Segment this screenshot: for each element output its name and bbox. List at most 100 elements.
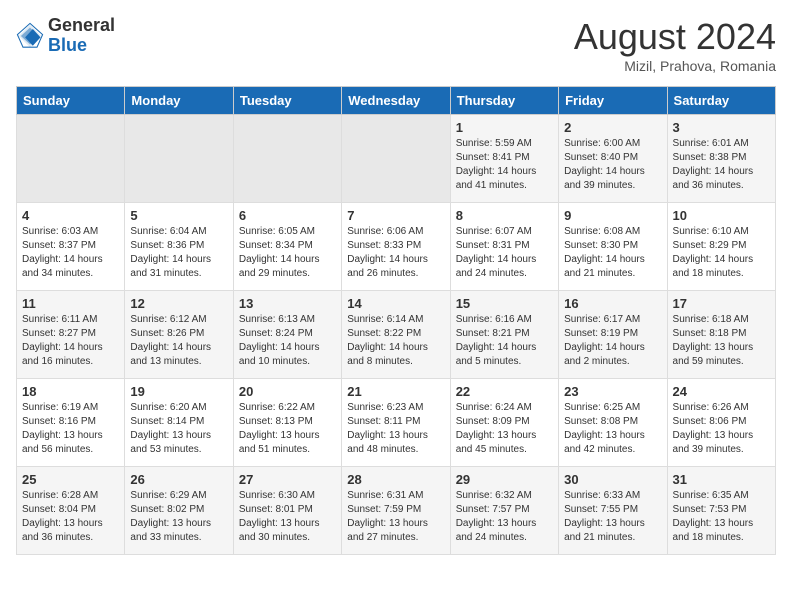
- day-number: 23: [564, 384, 661, 399]
- calendar-cell: 16Sunrise: 6:17 AM Sunset: 8:19 PM Dayli…: [559, 291, 667, 379]
- calendar-cell: 7Sunrise: 6:06 AM Sunset: 8:33 PM Daylig…: [342, 203, 450, 291]
- cell-info: Sunrise: 6:03 AM Sunset: 8:37 PM Dayligh…: [22, 225, 119, 281]
- weekday-header-cell: Monday: [125, 87, 233, 115]
- page-header: General Blue August 2024 Mizil, Prahova,…: [16, 16, 776, 74]
- weekday-header-cell: Sunday: [17, 87, 125, 115]
- day-number: 17: [673, 296, 770, 311]
- calendar-cell: 19 Sunrise: 6:20 AM Sunset: 8:14 PM Dayli…: [125, 379, 233, 467]
- title-block: August 2024 Mizil, Prahova, Romania: [574, 16, 776, 74]
- weekday-header-cell: Friday: [559, 87, 667, 115]
- cell-info: Sunrise: 6:16 AM Sunset: 8:21 PM Dayligh…: [456, 313, 553, 369]
- logo-text: General Blue: [48, 16, 115, 56]
- calendar-cell: 20Sunrise: 6:22 AM Sunset: 8:13 PM Dayli…: [233, 379, 341, 467]
- day-number: 4: [22, 208, 119, 223]
- day-number: 3: [673, 120, 770, 135]
- calendar-cell: 28 Sunrise: 6:31 AM Sunset: 7:59 PM Dayli…: [342, 467, 450, 555]
- day-number: 18: [22, 384, 119, 399]
- cell-info: Sunrise: 6:12 AM Sunset: 8:26 PM Dayligh…: [130, 313, 227, 369]
- cell-info: Sunrise: 6:26 AM Sunset: 8:06 PM Dayligh…: [673, 401, 770, 457]
- day-number: 8: [456, 208, 553, 223]
- calendar-cell: 9 Sunrise: 6:08 AM Sunset: 8:30 PM Daylig…: [559, 203, 667, 291]
- calendar-cell: 11Sunrise: 6:11 AM Sunset: 8:27 PM Dayli…: [17, 291, 125, 379]
- calendar-cell: 31Sunrise: 6:35 AM Sunset: 7:53 PM Dayli…: [667, 467, 775, 555]
- cell-info: Sunrise: 6:28 AM Sunset: 8:04 PM Dayligh…: [22, 489, 119, 545]
- day-number: 12: [130, 296, 227, 311]
- logo-icon: [16, 22, 44, 50]
- weekday-header-cell: Saturday: [667, 87, 775, 115]
- day-number: 1: [456, 120, 553, 135]
- cell-info: Sunrise: 6:11 AM Sunset: 8:27 PM Dayligh…: [22, 313, 119, 369]
- cell-info: Sunrise: 6:00 AM Sunset: 8:40 PM Dayligh…: [564, 137, 661, 193]
- day-number: 6: [239, 208, 336, 223]
- calendar-week-row: 25 Sunrise: 6:28 AM Sunset: 8:04 PM Dayli…: [17, 467, 776, 555]
- day-number: 16: [564, 296, 661, 311]
- calendar-cell: 3 Sunrise: 6:01 AM Sunset: 8:38 PM Daylig…: [667, 115, 775, 203]
- calendar-week-row: 4 Sunrise: 6:03 AM Sunset: 8:37 PM Daylig…: [17, 203, 776, 291]
- calendar-cell: 6 Sunrise: 6:05 AM Sunset: 8:34 PM Daylig…: [233, 203, 341, 291]
- cell-info: Sunrise: 6:08 AM Sunset: 8:30 PM Dayligh…: [564, 225, 661, 281]
- calendar-cell: 2 Sunrise: 6:00 AM Sunset: 8:40 PM Daylig…: [559, 115, 667, 203]
- day-number: 26: [130, 472, 227, 487]
- weekday-header-cell: Thursday: [450, 87, 558, 115]
- day-number: 2: [564, 120, 661, 135]
- calendar-week-row: 11Sunrise: 6:11 AM Sunset: 8:27 PM Dayli…: [17, 291, 776, 379]
- cell-info: Sunrise: 6:04 AM Sunset: 8:36 PM Dayligh…: [130, 225, 227, 281]
- calendar-week-row: 1 Sunrise: 5:59 AM Sunset: 8:41 PM Daylig…: [17, 115, 776, 203]
- cell-info: Sunrise: 6:18 AM Sunset: 8:18 PM Dayligh…: [673, 313, 770, 369]
- day-number: 31: [673, 472, 770, 487]
- day-number: 22: [456, 384, 553, 399]
- weekday-header-row: SundayMondayTuesdayWednesdayThursdayFrid…: [17, 87, 776, 115]
- cell-info: Sunrise: 6:10 AM Sunset: 8:29 PM Dayligh…: [673, 225, 770, 281]
- calendar-cell: 29 Sunrise: 6:32 AM Sunset: 7:57 PM Dayli…: [450, 467, 558, 555]
- day-number: 19: [130, 384, 227, 399]
- calendar-cell: 26Sunrise: 6:29 AM Sunset: 8:02 PM Dayli…: [125, 467, 233, 555]
- calendar-cell: 14Sunrise: 6:14 AM Sunset: 8:22 PM Dayli…: [342, 291, 450, 379]
- logo: General Blue: [16, 16, 115, 56]
- calendar-cell: 13 Sunrise: 6:13 AM Sunset: 8:24 PM Dayli…: [233, 291, 341, 379]
- calendar-cell: 25 Sunrise: 6:28 AM Sunset: 8:04 PM Dayli…: [17, 467, 125, 555]
- cell-info: Sunrise: 6:33 AM Sunset: 7:55 PM Dayligh…: [564, 489, 661, 545]
- day-number: 14: [347, 296, 444, 311]
- calendar-week-row: 18Sunrise: 6:19 AM Sunset: 8:16 PM Dayli…: [17, 379, 776, 467]
- day-number: 30: [564, 472, 661, 487]
- day-number: 10: [673, 208, 770, 223]
- day-number: 20: [239, 384, 336, 399]
- cell-info: Sunrise: 6:05 AM Sunset: 8:34 PM Dayligh…: [239, 225, 336, 281]
- cell-info: Sunrise: 6:07 AM Sunset: 8:31 PM Dayligh…: [456, 225, 553, 281]
- day-number: 13: [239, 296, 336, 311]
- day-number: 29: [456, 472, 553, 487]
- day-number: 7: [347, 208, 444, 223]
- calendar-cell: 4 Sunrise: 6:03 AM Sunset: 8:37 PM Daylig…: [17, 203, 125, 291]
- day-number: 5: [130, 208, 227, 223]
- calendar-cell: 10 Sunrise: 6:10 AM Sunset: 8:29 PM Dayli…: [667, 203, 775, 291]
- calendar-cell: 17 Sunrise: 6:18 AM Sunset: 8:18 PM Dayli…: [667, 291, 775, 379]
- calendar-cell: 5 Sunrise: 6:04 AM Sunset: 8:36 PM Daylig…: [125, 203, 233, 291]
- day-number: 9: [564, 208, 661, 223]
- calendar-cell: 1 Sunrise: 5:59 AM Sunset: 8:41 PM Daylig…: [450, 115, 558, 203]
- month-year: August 2024: [574, 16, 776, 58]
- calendar-cell: [342, 115, 450, 203]
- cell-info: Sunrise: 6:13 AM Sunset: 8:24 PM Dayligh…: [239, 313, 336, 369]
- calendar-cell: 23 Sunrise: 6:25 AM Sunset: 8:08 PM Dayli…: [559, 379, 667, 467]
- calendar-cell: 21Sunrise: 6:23 AM Sunset: 8:11 PM Dayli…: [342, 379, 450, 467]
- location: Mizil, Prahova, Romania: [574, 58, 776, 74]
- calendar-cell: 22Sunrise: 6:24 AM Sunset: 8:09 PM Dayli…: [450, 379, 558, 467]
- cell-info: Sunrise: 6:25 AM Sunset: 8:08 PM Dayligh…: [564, 401, 661, 457]
- calendar-cell: 18Sunrise: 6:19 AM Sunset: 8:16 PM Dayli…: [17, 379, 125, 467]
- day-number: 25: [22, 472, 119, 487]
- cell-info: Sunrise: 6:31 AM Sunset: 7:59 PM Dayligh…: [347, 489, 444, 545]
- logo-general: General: [48, 15, 115, 35]
- cell-info: Sunrise: 6:01 AM Sunset: 8:38 PM Dayligh…: [673, 137, 770, 193]
- calendar-cell: 24Sunrise: 6:26 AM Sunset: 8:06 PM Dayli…: [667, 379, 775, 467]
- calendar-cell: 15Sunrise: 6:16 AM Sunset: 8:21 PM Dayli…: [450, 291, 558, 379]
- weekday-header-cell: Tuesday: [233, 87, 341, 115]
- logo-blue: Blue: [48, 35, 87, 55]
- calendar-cell: 12 Sunrise: 6:12 AM Sunset: 8:26 PM Dayli…: [125, 291, 233, 379]
- day-number: 28: [347, 472, 444, 487]
- cell-info: Sunrise: 6:20 AM Sunset: 8:14 PM Dayligh…: [130, 401, 227, 457]
- cell-info: Sunrise: 5:59 AM Sunset: 8:41 PM Dayligh…: [456, 137, 553, 193]
- cell-info: Sunrise: 6:32 AM Sunset: 7:57 PM Dayligh…: [456, 489, 553, 545]
- calendar-table: SundayMondayTuesdayWednesdayThursdayFrid…: [16, 86, 776, 555]
- day-number: 21: [347, 384, 444, 399]
- calendar-cell: 30 Sunrise: 6:33 AM Sunset: 7:55 PM Dayli…: [559, 467, 667, 555]
